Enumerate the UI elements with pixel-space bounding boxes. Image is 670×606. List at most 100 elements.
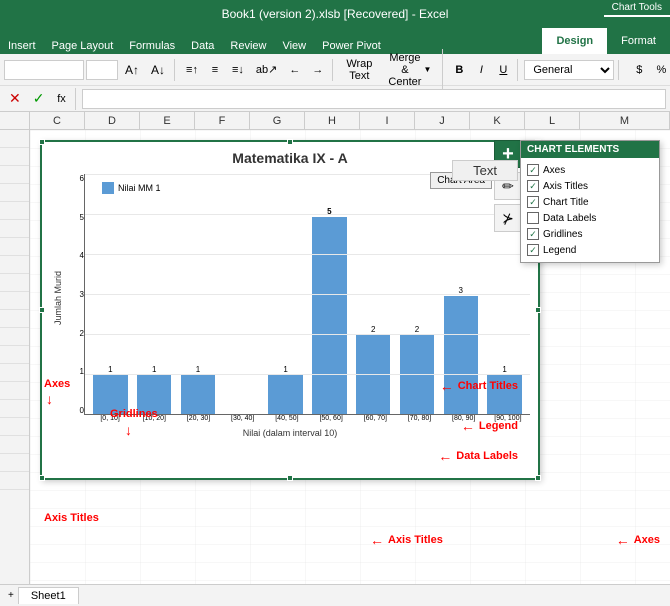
wrap-text-btn[interactable]: Wrap Text [339, 55, 379, 85]
resize-handle-br[interactable] [535, 475, 541, 481]
chart-elements-body: Axes Axis Titles Chart Title Data Labels… [521, 158, 659, 262]
new-sheet-btn[interactable]: + [4, 589, 18, 602]
row-hdr-11 [0, 310, 29, 328]
menu-insert[interactable]: Insert [0, 38, 44, 54]
cancel-btn[interactable]: ✕ [4, 88, 26, 110]
chart-titles-label: Chart Titles [458, 380, 518, 392]
italic-btn[interactable]: I [471, 59, 491, 81]
y-label-0: 0 [66, 406, 84, 415]
resize-handle-bl[interactable] [39, 475, 45, 481]
align-middle-btn[interactable]: ≡ [205, 59, 225, 81]
annotation-axes-arrow: ↓ [46, 392, 53, 406]
decrease-font-btn[interactable]: A↓ [146, 59, 170, 81]
bar-label-10: 1 [502, 365, 506, 374]
currency-btn[interactable]: $ [629, 59, 649, 81]
row-spacer [0, 112, 30, 129]
title-bar: Book1 (version 2).xlsb [Recovered] - Exc… [0, 0, 670, 28]
axis-titles-left-label: Axis Titles [44, 512, 99, 524]
bar-7 [356, 335, 390, 414]
annotation-axis-titles-bottom: ← Axis Titles [370, 532, 443, 548]
bar-group-6: 5 [308, 178, 351, 414]
indent-right-btn[interactable]: → [307, 59, 328, 81]
menu-formulas[interactable]: Formulas [121, 38, 183, 54]
underline-btn[interactable]: U [493, 59, 513, 81]
bold-btn[interactable]: B [449, 59, 469, 81]
chart-filter-button[interactable]: ⊁ [494, 204, 522, 232]
menu-data[interactable]: Data [183, 38, 222, 54]
axes-checkbox[interactable] [527, 164, 539, 176]
confirm-btn[interactable]: ✓ [28, 88, 50, 110]
chart-title-label: Chart Title [543, 197, 589, 208]
row-hdr-10 [0, 292, 29, 310]
axes-right-label: Axes [634, 534, 660, 546]
bar-group-7: 2 [352, 178, 395, 414]
percent-btn[interactable]: % [651, 59, 670, 81]
tab-design[interactable]: Design [542, 28, 607, 54]
tab-format[interactable]: Format [607, 28, 670, 54]
row-hdr-13 [0, 346, 29, 364]
data-labels-checkbox[interactable] [527, 212, 539, 224]
legend-label: Legend [543, 245, 576, 256]
ce-axes: Axes [527, 162, 653, 178]
menu-view[interactable]: View [274, 38, 314, 54]
bar-label-3: 1 [196, 365, 200, 374]
cell-ref-group: ✕ ✓ fx [4, 88, 76, 110]
menu-bar: Insert Page Layout Formulas Data Review … [0, 28, 670, 54]
merge-dropdown-icon[interactable]: ▼ [423, 65, 431, 74]
chart-titles-arrow: ← [440, 378, 454, 394]
resize-handle-mr[interactable] [535, 307, 541, 313]
gridlines-checkbox[interactable] [527, 228, 539, 240]
col-g: G [250, 112, 305, 129]
y-label-6: 6 [66, 174, 84, 183]
annotation-axis-titles-left: Axis Titles [44, 512, 99, 524]
row-hdr-8 [0, 256, 29, 274]
bar-5 [268, 375, 302, 414]
font-name-input[interactable] [4, 60, 84, 80]
annotation-axes-left: Axes [44, 378, 70, 390]
resize-handle-bm[interactable] [287, 475, 293, 481]
row-hdr-1 [0, 130, 29, 148]
annotation-axes-right: ← Axes [616, 532, 660, 548]
text-label: Text [452, 160, 518, 181]
col-c: C [30, 112, 85, 129]
merge-center-btn[interactable]: Merge & Center ▼ [381, 49, 438, 91]
row-hdr-9 [0, 274, 29, 292]
resize-handle-tm[interactable] [287, 139, 293, 145]
row-hdr-17 [0, 418, 29, 436]
gridlines-annotation-label: Gridlines [110, 408, 158, 420]
number-format-select[interactable]: General [524, 60, 614, 80]
chart-title-checkbox[interactable] [527, 196, 539, 208]
sheet-tab-1[interactable]: Sheet1 [18, 587, 79, 604]
cells-area: Matematika IX - A Nilai MM 1 Jumlah Muri… [30, 130, 670, 584]
col-e: E [140, 112, 195, 129]
row-hdr-6 [0, 220, 29, 238]
align-top-btn[interactable]: ≡↑ [181, 59, 203, 81]
chart-elements-panel: CHART ELEMENTS Axes Axis Titles Chart Ti… [520, 140, 660, 263]
function-btn[interactable]: fx [51, 88, 71, 110]
col-k: K [470, 112, 525, 129]
orient-btn[interactable]: ab↗ [251, 59, 282, 81]
bar-label-5: 1 [283, 365, 287, 374]
font-size-input[interactable] [86, 60, 118, 80]
menu-review[interactable]: Review [222, 38, 274, 54]
y-label-4: 4 [66, 251, 84, 260]
ce-chart-title: Chart Title [527, 194, 653, 210]
formula-bar: ✕ ✓ fx [0, 86, 670, 112]
resize-handle-ml[interactable] [39, 307, 45, 313]
menu-page-layout[interactable]: Page Layout [44, 38, 122, 54]
bar-label-8: 2 [415, 325, 419, 334]
col-h: H [305, 112, 360, 129]
decimal-group: $ % , .0↑ .0↓ [629, 59, 670, 81]
legend-checkbox[interactable] [527, 244, 539, 256]
formula-input[interactable] [82, 89, 666, 109]
align-bottom-btn[interactable]: ≡↓ [227, 59, 249, 81]
col-f: F [195, 112, 250, 129]
increase-font-btn[interactable]: A↑ [120, 59, 144, 81]
resize-handle-tl[interactable] [39, 139, 45, 145]
row-hdr-4 [0, 184, 29, 202]
indent-left-btn[interactable]: ← [284, 59, 305, 81]
merge-center-label: Merge & Center [388, 52, 421, 88]
axis-titles-checkbox[interactable] [527, 180, 539, 192]
col-j: J [415, 112, 470, 129]
ce-gridlines: Gridlines [527, 226, 653, 242]
